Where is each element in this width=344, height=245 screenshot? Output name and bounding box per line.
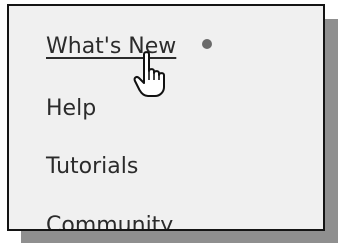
menu-item-tutorials[interactable]: Tutorials (46, 153, 138, 181)
menu-item-community[interactable]: Community (46, 212, 173, 229)
new-indicator-dot (202, 39, 212, 49)
menu-item-help[interactable]: Help (46, 95, 96, 123)
menu-item-whats-new[interactable]: What's New (46, 33, 176, 61)
help-menu: What's New Help Tutorials Community (7, 4, 325, 231)
